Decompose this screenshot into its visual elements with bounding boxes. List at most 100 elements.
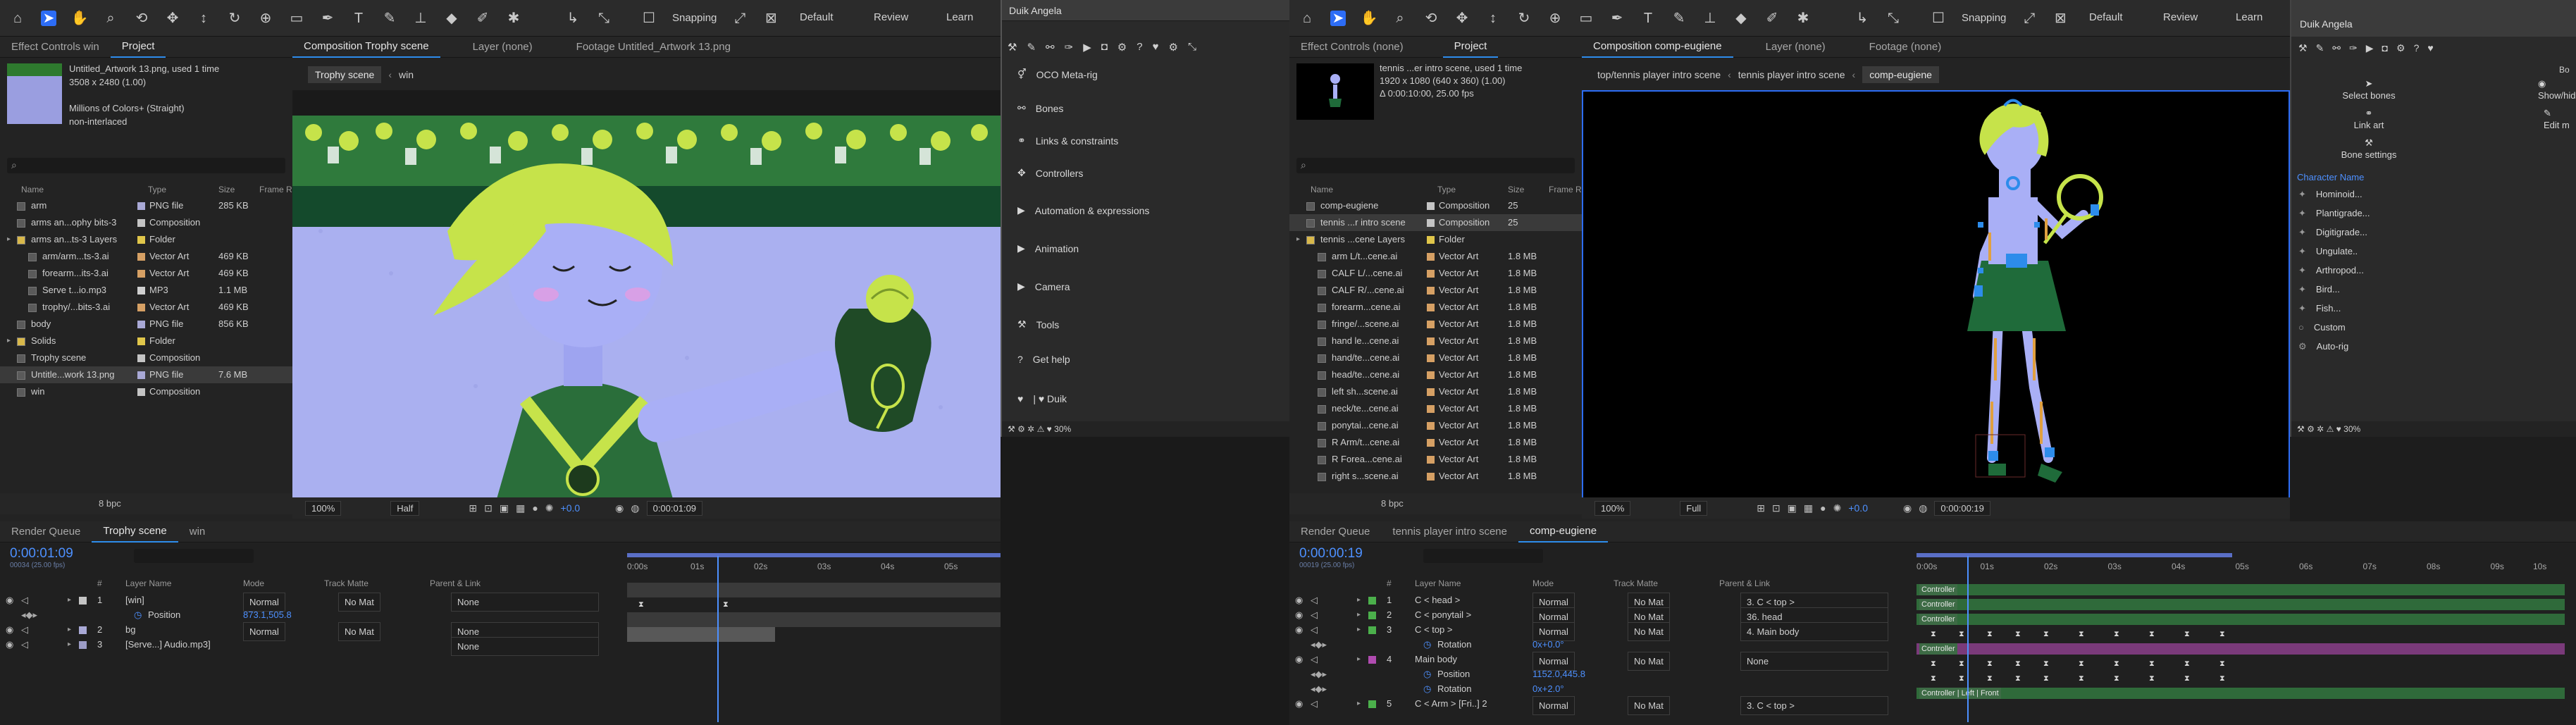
visibility-eye-icon[interactable]: ◉ [6,622,13,637]
duik-zoom[interactable]: 30% [2343,424,2360,434]
snapshot-icon[interactable]: ◍ [631,502,639,514]
label-swatch[interactable] [1427,333,1435,349]
breadcrumb-top[interactable]: top/tennis player intro scene [1597,69,1721,80]
project-item[interactable]: trophy/...bits-3.ai Vector Art 469 KB [0,299,292,316]
project-item[interactable]: forearm...cene.ai Vector Art 1.8 MB [1289,299,1582,316]
current-time-display[interactable]: 0:00:00:19 [1934,500,1990,516]
exposure-value[interactable]: +0.0 [561,502,581,514]
project-item[interactable]: forearm...its-3.ai Vector Art 469 KB [0,265,292,282]
project-item[interactable]: arm/arm...ts-3.ai Vector Art 469 KB [0,248,292,265]
twirl-icon[interactable]: ▸ [1357,622,1361,637]
project-item[interactable]: ▸ tennis ...cene Layers Folder [1289,231,1582,248]
label-swatch[interactable] [79,637,87,652]
roto-tool-icon[interactable]: ✐ [1764,11,1780,26]
duik-pen-icon[interactable]: ✎ [2316,42,2324,54]
project-item[interactable]: body PNG file 856 KB [0,316,292,333]
label-swatch[interactable] [1427,451,1435,468]
keyframe[interactable]: ⧗ [2079,660,2084,668]
pan-tool-icon[interactable]: ✥ [165,11,180,26]
rig-type-item[interactable]: ✦ Fish... [2298,303,2341,314]
keyframe[interactable]: ⧗ [2114,631,2119,638]
rig-type-item[interactable]: ⚙ Auto-rig [2298,341,2348,352]
project-item[interactable]: Trophy scene Composition [0,349,292,366]
tab-footage[interactable]: Footage (none) [1858,37,1953,58]
disclosure-triangle-icon[interactable]: ▸ [7,333,11,349]
bpc-indicator[interactable]: 8 bpc [1381,498,1404,509]
keyframe[interactable]: ⧗ [2219,660,2225,668]
twirl-icon[interactable]: ▸ [68,622,71,637]
project-item[interactable]: R Arm/t...cene.ai Vector Art 1.8 MB [1289,434,1582,451]
brush-tool-icon[interactable]: ✎ [1671,11,1687,26]
audio-icon[interactable]: ◁ [21,622,28,637]
project-item[interactable]: arms an...ophy bits-3 Composition [0,214,292,231]
camera-icon[interactable]: ◉ [615,502,624,514]
snapping-checkbox-icon[interactable]: ☐ [1931,11,1946,26]
twirl-icon[interactable]: ▸ [1357,652,1361,667]
mask-icon[interactable]: ⊡ [1772,502,1781,514]
region-icon[interactable]: ▣ [1788,502,1797,514]
select-bones-button[interactable]: ➤ Select bones [2327,78,2411,101]
workspace-review[interactable]: Review [2163,11,2198,23]
label-swatch[interactable] [1427,400,1435,417]
label-swatch[interactable] [137,299,145,316]
snap-option-icon-2[interactable]: ⊠ [2052,11,2068,26]
layer-row[interactable]: ◉ ◁ ▸ 3 [Serve...] Audio.mp3] None [0,637,620,656]
tab-composition[interactable]: Composition Trophy scene [292,37,440,58]
anchor-tool-icon[interactable]: ⊕ [1547,11,1563,26]
keyframe[interactable]: ⧗ [1987,675,1993,683]
label-swatch[interactable] [1427,248,1435,265]
audio-icon[interactable]: ◁ [21,637,28,652]
brush-tool-icon[interactable]: ✎ [382,11,397,26]
duik-item-camera[interactable]: ▶ Camera [1017,280,1070,292]
rig-type-item[interactable]: ○ Custom [2298,322,2346,333]
time-ruler[interactable]: 0:00s01s02s03s04s05s06s07s08s09s10s [627,560,1001,577]
keyframe[interactable]: ⧗ [2184,660,2190,668]
stamp-tool-icon[interactable]: ⊥ [413,11,428,26]
rotate-tool-icon[interactable]: ↻ [1516,11,1532,26]
twirl-icon[interactable]: ▸ [68,637,71,652]
col-frame[interactable]: Frame R [259,185,292,194]
keyframe[interactable]: ⧗ [723,601,729,609]
eraser-tool-icon[interactable]: ◆ [444,11,459,26]
visibility-eye-icon[interactable]: ◉ [1295,696,1303,711]
tab-project[interactable]: Project [110,37,166,58]
tab-effect-controls[interactable]: Effect Controls (none) [1289,37,1415,58]
keyframe[interactable]: ⧗ [2149,675,2155,683]
visibility-eye-icon[interactable]: ◉ [1295,652,1303,667]
stopwatch-icon[interactable]: ◷ [1423,637,1431,652]
duik-pin-icon[interactable]: ✑ [2349,42,2358,54]
keyframe[interactable]: ⧗ [2015,660,2021,668]
zoom-tool-icon[interactable]: ⌕ [103,11,118,26]
label-swatch[interactable] [1427,468,1435,485]
exposure-icon[interactable]: ✺ [1833,502,1842,514]
twirl-icon[interactable]: ▸ [1357,593,1361,607]
keyframe[interactable]: ⧗ [2149,660,2155,668]
project-item[interactable]: Serve t...io.mp3 MP3 1.1 MB [0,282,292,299]
type-tool-icon[interactable]: T [1640,11,1656,26]
project-item[interactable]: Untitle...work 13.png PNG file 7.6 MB [0,366,292,383]
keyframe-nav-icon[interactable]: ◂◆▸ [21,607,37,622]
type-tool-icon[interactable]: T [351,11,366,26]
project-item[interactable]: hand/te...cene.ai Vector Art 1.8 MB [1289,349,1582,366]
duik-item-oco[interactable]: ⚥ OCO Meta-rig [1017,68,1098,80]
visibility-eye-icon[interactable]: ◉ [6,637,13,652]
keyframe[interactable]: ⧗ [1931,631,1936,638]
label-swatch[interactable] [1427,316,1435,333]
col-type[interactable]: Type [148,185,166,194]
project-search-input[interactable]: ⌕ [1296,158,1575,173]
keyframe[interactable]: ⧗ [2184,631,2190,638]
label-swatch[interactable] [79,622,87,637]
snapshot-icon[interactable]: ◍ [1919,502,1927,514]
keyframe[interactable]: ⧗ [2149,631,2155,638]
label-swatch[interactable] [137,265,145,282]
duik-wrench-icon[interactable]: ⚒ [2298,42,2308,54]
duik-play-icon[interactable]: ▶ [1083,41,1091,54]
workspace-learn[interactable]: Learn [946,11,973,23]
duik-item-bones[interactable]: ⚯ Bones [1017,102,1063,114]
audio-icon[interactable]: ◁ [1311,593,1318,607]
rig-type-item[interactable]: ✦ Arthropod... [2298,265,2364,276]
duik-pin-icon[interactable]: ✑ [1065,41,1074,54]
mask-icon[interactable]: ⊡ [484,502,493,514]
layer-row[interactable]: ◉ ◁ ▸ 3 C < top > Normal No Mat 4. Main body [1289,622,1909,641]
label-swatch[interactable] [1427,282,1435,299]
